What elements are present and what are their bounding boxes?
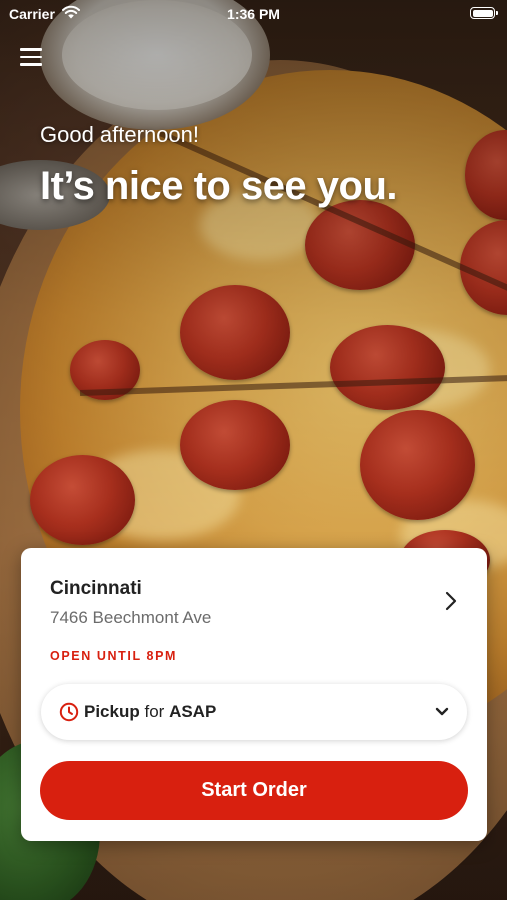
- welcome-headline: It’s nice to see you.: [40, 164, 398, 208]
- battery-icon: [470, 7, 498, 19]
- order-connector: for: [144, 702, 165, 721]
- location-card: Cincinnati 7466 Beechmont Ave OPEN UNTIL…: [21, 548, 487, 841]
- chevron-right-icon[interactable]: [443, 590, 459, 612]
- clock-icon: [59, 702, 79, 722]
- order-type-selector[interactable]: Pickup for ASAP: [41, 684, 467, 740]
- store-hours-status: OPEN UNTIL 8PM: [50, 649, 178, 663]
- store-city: Cincinnati: [50, 578, 142, 599]
- chevron-down-icon[interactable]: [435, 707, 449, 717]
- status-bar: Carrier 1:36 PM: [0, 0, 507, 28]
- store-address: 7466 Beechmont Ave: [50, 608, 212, 627]
- hamburger-menu-icon[interactable]: [20, 48, 42, 66]
- order-time: ASAP: [169, 702, 217, 721]
- start-order-button[interactable]: Start Order: [40, 761, 468, 820]
- clock-time: 1:36 PM: [227, 6, 280, 22]
- order-type-label: Pickup for ASAP: [84, 702, 216, 722]
- greeting-text: Good afternoon!: [40, 122, 200, 147]
- order-mode: Pickup: [84, 702, 140, 721]
- store-selector[interactable]: Cincinnati 7466 Beechmont Ave: [21, 548, 487, 643]
